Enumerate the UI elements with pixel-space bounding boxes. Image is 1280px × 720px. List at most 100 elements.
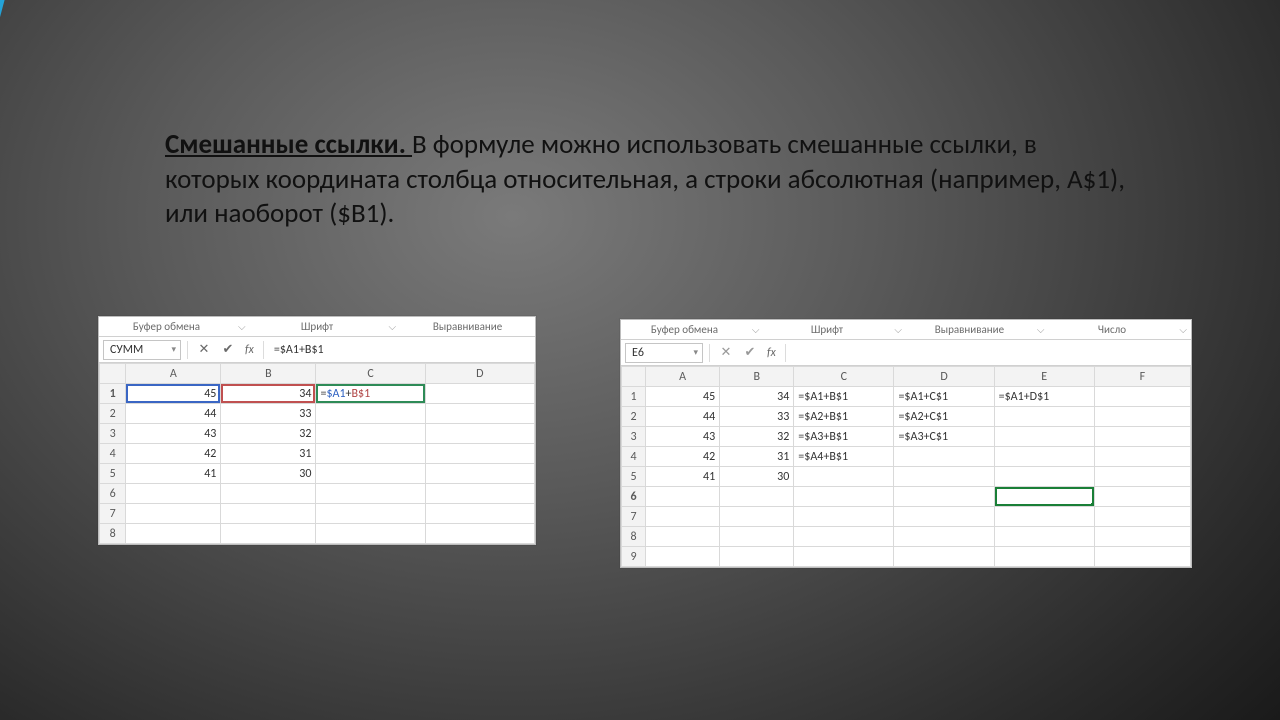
cell[interactable] xyxy=(994,527,1094,547)
col-header[interactable]: D xyxy=(894,367,994,387)
row-header[interactable]: 3 xyxy=(622,427,646,447)
cell[interactable]: 30 xyxy=(221,464,316,484)
cell[interactable] xyxy=(894,547,994,567)
row-header[interactable]: 7 xyxy=(622,507,646,527)
cell[interactable]: 41 xyxy=(126,464,221,484)
row-header[interactable]: 6 xyxy=(100,484,126,504)
cell[interactable] xyxy=(221,504,316,524)
cell[interactable]: 33 xyxy=(221,404,316,424)
cell[interactable] xyxy=(1094,547,1190,567)
cell[interactable] xyxy=(720,547,794,567)
cell[interactable] xyxy=(1094,387,1190,407)
cell[interactable] xyxy=(316,484,425,504)
row-header[interactable]: 6 xyxy=(622,487,646,507)
row-header[interactable]: 1 xyxy=(622,387,646,407)
cell[interactable] xyxy=(425,464,534,484)
col-header[interactable]: E xyxy=(994,367,1094,387)
cell[interactable] xyxy=(894,527,994,547)
cell[interactable] xyxy=(646,527,720,547)
grid-left[interactable]: A B C D 14534=$A1+B$12443334332442315413… xyxy=(99,363,535,544)
cell[interactable]: 43 xyxy=(646,427,720,447)
cell[interactable]: 30 xyxy=(720,467,794,487)
cell[interactable]: 31 xyxy=(221,444,316,464)
cell[interactable] xyxy=(720,487,794,507)
cell[interactable] xyxy=(720,527,794,547)
col-header[interactable]: C xyxy=(316,364,425,384)
cell[interactable] xyxy=(1094,507,1190,527)
row-header[interactable]: 7 xyxy=(100,504,126,524)
dialog-launcher-icon[interactable]: ⌵ xyxy=(1033,323,1049,336)
cell[interactable] xyxy=(994,467,1094,487)
cell[interactable] xyxy=(126,484,221,504)
cell[interactable]: 32 xyxy=(221,424,316,444)
cell[interactable] xyxy=(316,524,425,544)
row-header[interactable]: 3 xyxy=(100,424,126,444)
cell[interactable] xyxy=(994,427,1094,447)
col-header[interactable]: C xyxy=(794,367,894,387)
cell[interactable]: =$A2+C$1 xyxy=(894,407,994,427)
cell[interactable]: =$A2+B$1 xyxy=(794,407,894,427)
row-header[interactable]: 8 xyxy=(100,524,126,544)
cancel-icon[interactable]: ✕ xyxy=(194,340,214,360)
cell[interactable] xyxy=(316,404,425,424)
cell[interactable]: =$A1+B$1 xyxy=(316,384,425,404)
cell[interactable] xyxy=(994,407,1094,427)
cell[interactable]: 34 xyxy=(720,387,794,407)
fx-icon[interactable]: fx xyxy=(242,343,257,357)
cell[interactable]: 41 xyxy=(646,467,720,487)
cell[interactable] xyxy=(221,484,316,504)
cell[interactable] xyxy=(1094,487,1190,507)
dialog-launcher-icon[interactable]: ⌵ xyxy=(890,323,906,336)
cell[interactable] xyxy=(994,447,1094,467)
select-all-corner[interactable] xyxy=(622,367,646,387)
cell[interactable] xyxy=(425,504,534,524)
cell[interactable] xyxy=(126,524,221,544)
cell[interactable]: 34 xyxy=(221,384,316,404)
dropdown-icon[interactable]: ▾ xyxy=(693,347,698,358)
cell[interactable] xyxy=(994,507,1094,527)
row-header[interactable]: 2 xyxy=(100,404,126,424)
row-header[interactable]: 9 xyxy=(622,547,646,567)
cell[interactable] xyxy=(1094,407,1190,427)
row-header[interactable]: 4 xyxy=(622,447,646,467)
cell[interactable]: =$A4+B$1 xyxy=(794,447,894,467)
cell[interactable] xyxy=(794,467,894,487)
cell[interactable] xyxy=(425,484,534,504)
cell[interactable]: 31 xyxy=(720,447,794,467)
col-header[interactable]: B xyxy=(720,367,794,387)
col-header[interactable]: A xyxy=(126,364,221,384)
cell[interactable]: =$A1+D$1 xyxy=(994,387,1094,407)
cell[interactable]: 42 xyxy=(126,444,221,464)
cell[interactable] xyxy=(1094,527,1190,547)
cell[interactable] xyxy=(316,424,425,444)
col-header[interactable]: D xyxy=(425,364,534,384)
cell[interactable] xyxy=(425,444,534,464)
dialog-launcher-icon[interactable]: ⌵ xyxy=(384,320,400,333)
dialog-launcher-icon[interactable]: ⌵ xyxy=(748,323,764,336)
cell[interactable]: 44 xyxy=(646,407,720,427)
formula-content[interactable]: =$A1+B$1 xyxy=(270,343,531,357)
cell[interactable]: 45 xyxy=(126,384,221,404)
cell[interactable] xyxy=(425,424,534,444)
cell[interactable] xyxy=(425,404,534,424)
cell[interactable] xyxy=(1094,447,1190,467)
cell[interactable]: =$A3+B$1 xyxy=(794,427,894,447)
cell[interactable] xyxy=(1094,467,1190,487)
row-header[interactable]: 5 xyxy=(100,464,126,484)
confirm-icon[interactable]: ✔ xyxy=(218,340,238,360)
cell[interactable]: =$A3+C$1 xyxy=(894,427,994,447)
row-header[interactable]: 5 xyxy=(622,467,646,487)
row-header[interactable]: 1 xyxy=(100,384,126,404)
cell[interactable] xyxy=(1094,427,1190,447)
cell[interactable]: =$A1+B$1 xyxy=(794,387,894,407)
cell[interactable] xyxy=(425,524,534,544)
cell[interactable] xyxy=(646,487,720,507)
cell[interactable] xyxy=(994,487,1094,507)
row-header[interactable]: 2 xyxy=(622,407,646,427)
cell[interactable]: 45 xyxy=(646,387,720,407)
cell[interactable]: 33 xyxy=(720,407,794,427)
name-box[interactable]: E6 ▾ xyxy=(625,343,703,363)
grid-right[interactable]: A B C D E F 14534=$A1+B$1=$A1+C$1=$A1+D$… xyxy=(621,366,1191,567)
fx-icon[interactable]: fx xyxy=(764,346,779,360)
dialog-launcher-icon[interactable]: ⌵ xyxy=(1175,323,1191,336)
